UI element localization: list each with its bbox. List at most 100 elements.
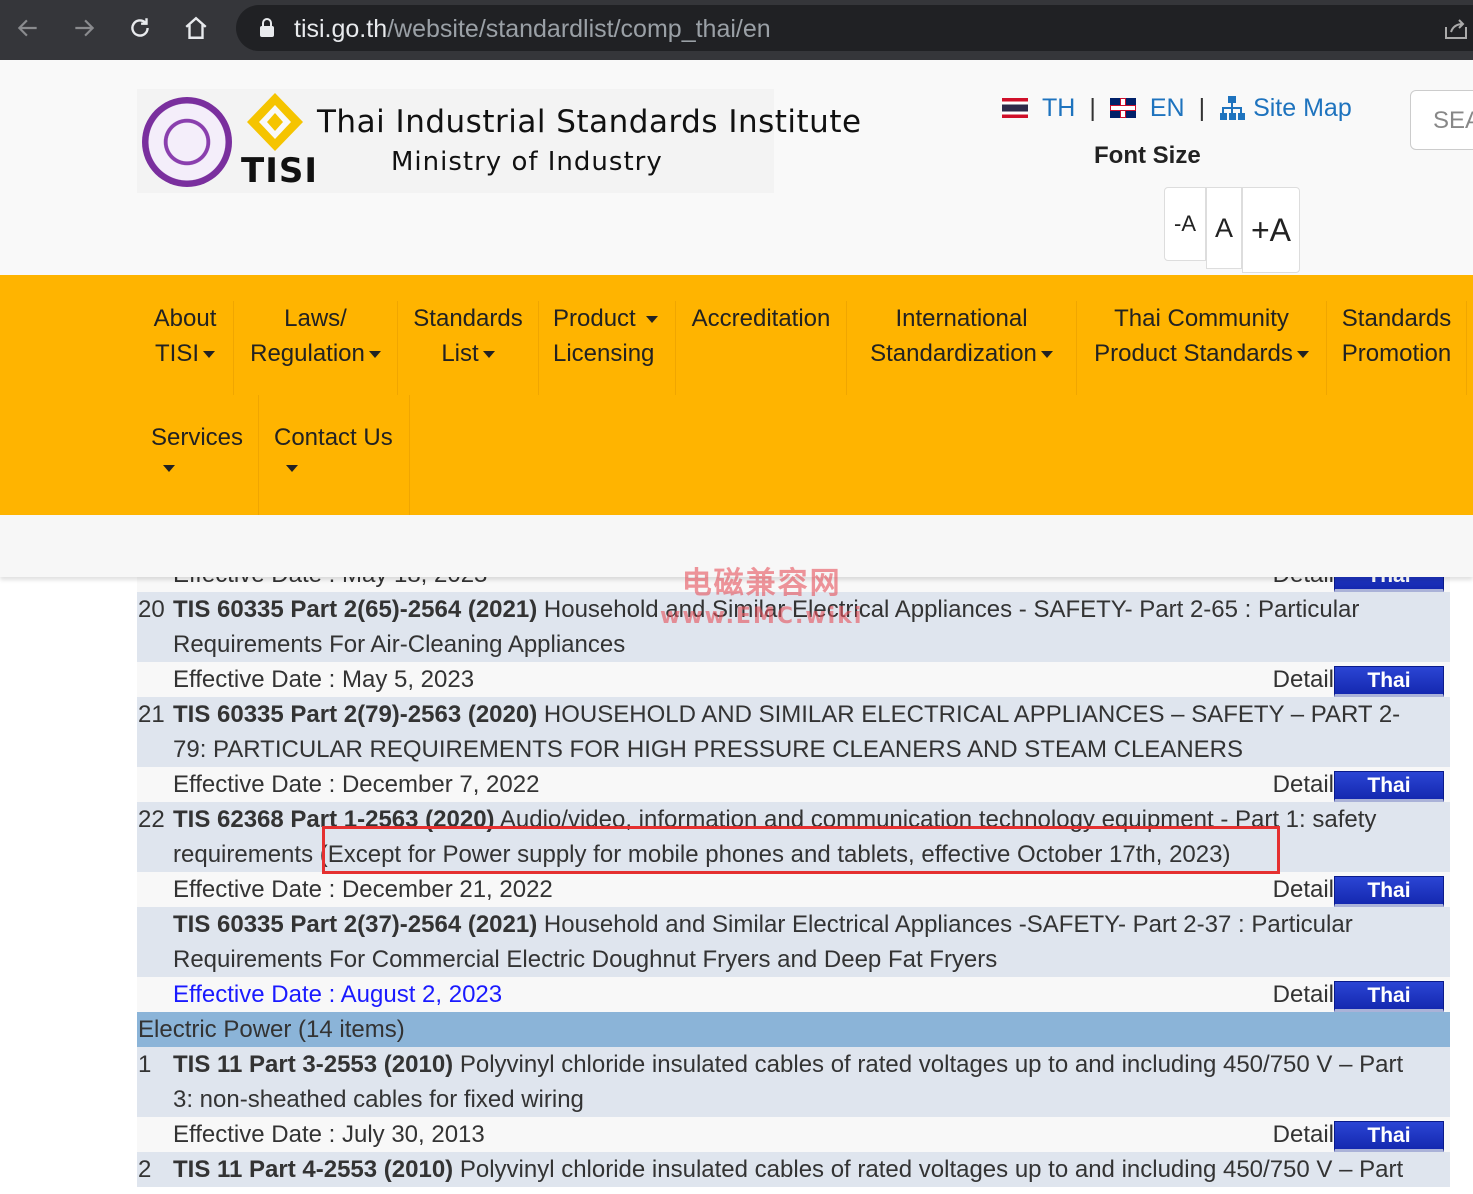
nav-product-licensing[interactable]: Product Licensing (539, 301, 676, 395)
effective-date-text: Effective Date : August 2, 2023 (173, 981, 503, 1008)
nav-contact-label: Contact Us (274, 424, 393, 451)
annotation-highlight-box (322, 826, 1280, 874)
nav-standards-promotion[interactable]: Standards Promotion (1327, 301, 1467, 395)
effective-date-text: Effective Date : July 30, 2013 (173, 1121, 485, 1148)
site-logo[interactable]: TISI Thai Industrial Standards Institute… (137, 89, 861, 193)
watermark-line-1: 电磁兼容网 (681, 566, 842, 601)
separator: | (1089, 93, 1096, 122)
thai-document-button[interactable]: Thai (1334, 666, 1444, 697)
thai-document-button[interactable]: Thai (1334, 876, 1444, 907)
tisi-diamond-logo-icon (247, 93, 303, 151)
nav-standards-list-label-1: Standards (413, 305, 523, 332)
url-text: tisi.go.th/website/standardlist/comp_tha… (294, 15, 771, 43)
thai-document-button[interactable]: Thai (1334, 1121, 1444, 1152)
nav-intl-label-2: Standardization (870, 340, 1037, 367)
nav-standards-list-label-2: List (441, 340, 479, 367)
sitemap-icon (1220, 96, 1246, 120)
standard-title: HOUSEHOLD AND SIMILAR ELECTRICAL APPLIAN… (537, 701, 1401, 728)
nav-about-label-1: About (153, 305, 217, 332)
home-icon[interactable] (178, 10, 214, 46)
list-item-effective-date: Effective Date : August 2, 2023 Detail T… (137, 977, 1450, 1012)
standard-code-link[interactable]: TIS 11 Part 3-2553 (2010) (173, 1051, 453, 1078)
nav-product-licensing-label-2: Licensing (553, 340, 655, 367)
detail-link[interactable]: Detail (1273, 872, 1334, 907)
standard-code-link[interactable]: TIS 60335 Part 2(37)-2564 (2021) (173, 911, 537, 938)
ministry-name: Ministry of Industry (391, 147, 663, 177)
language-switcher: TH | EN | Site Map (1002, 93, 1352, 123)
share-icon[interactable] (1443, 17, 1469, 41)
list-item: 1 TIS 11 Part 3-2553 (2010) Polyvinyl ch… (137, 1047, 1450, 1117)
uk-flag-icon (1109, 98, 1136, 118)
nav-standards-list[interactable]: Standards List (398, 301, 539, 395)
nav-contact-us[interactable]: Contact Us (259, 395, 410, 515)
main-navigation: About TISI Laws/ Regulation Standards Li… (0, 275, 1473, 515)
detail-link[interactable]: Detail (1273, 977, 1334, 1012)
caret-down-icon (368, 351, 381, 359)
font-reset-button[interactable]: A (1206, 187, 1242, 269)
nav-community-label-2: Product Standards (1094, 340, 1293, 367)
standard-code-link[interactable]: TIS 60335 Part 2(65)-2564 (2021) (173, 596, 537, 623)
lang-en-link[interactable]: EN (1150, 94, 1185, 123)
standard-title: Polyvinyl chloride insulated cables of r… (453, 1156, 1404, 1183)
nav-promotion-label-1: Standards (1341, 305, 1452, 332)
nav-about-tisi[interactable]: About TISI (137, 301, 234, 395)
list-item-effective-date: Effective Date : July 30, 2013 Detail Th… (137, 1117, 1450, 1152)
nav-international-standardization[interactable]: International Standardization (847, 301, 1077, 395)
caret-down-icon (482, 351, 495, 359)
standard-title-cont: 79: PARTICULAR REQUIREMENTS FOR HIGH PRE… (173, 736, 1244, 763)
nav-laws-label-2: Regulation (250, 340, 365, 367)
effective-date-text: Effective Date : December 7, 2022 (173, 771, 540, 798)
caret-down-icon (203, 351, 215, 359)
tisi-logo-text: TISI (241, 151, 318, 191)
nav-services-label: Services (151, 424, 244, 451)
search-input[interactable]: SEA (1410, 90, 1473, 150)
item-number: 2 (138, 1156, 152, 1183)
forward-arrow-icon[interactable] (66, 10, 102, 46)
caret-down-icon (1296, 351, 1309, 359)
caret-down-icon (286, 465, 298, 472)
list-item: TIS 60335 Part 2(37)-2564 (2021) Househo… (137, 907, 1450, 977)
back-arrow-icon[interactable] (10, 10, 46, 46)
effective-date-text: Effective Date : December 21, 2022 (173, 876, 553, 903)
browser-toolbar: tisi.go.th/website/standardlist/comp_tha… (0, 0, 1473, 60)
nav-intl-label-1: International (895, 305, 1028, 332)
nav-about-label-2: TISI (154, 340, 199, 367)
list-item: 2 TIS 11 Part 4-2553 (2010) Polyvinyl ch… (137, 1152, 1450, 1187)
nav-thai-community-product-standards[interactable]: Thai Community Product Standards (1077, 301, 1327, 395)
nav-laws-label-1: Laws/ (284, 305, 347, 332)
standard-code-link[interactable]: TIS 11 Part 4-2553 (2010) (173, 1156, 453, 1183)
nav-services[interactable]: Services (137, 395, 259, 515)
font-size-controls: -A A +A (1164, 187, 1300, 273)
watermark: 电磁兼容网 www.EMC.wiki (660, 558, 863, 629)
thai-document-button[interactable]: Thai (1334, 771, 1444, 802)
nav-accreditation[interactable]: Accreditation (676, 301, 847, 395)
nav-community-label-1: Thai Community (1114, 305, 1289, 332)
category-header: Electric Power (14 items) (137, 1012, 1450, 1047)
sitemap-link[interactable]: Site Map (1253, 94, 1352, 123)
list-item-effective-date: Effective Date : May 5, 2023 Detail Thai (137, 662, 1450, 697)
nav-laws-regulation[interactable]: Laws/ Regulation (234, 301, 398, 395)
caret-down-icon (163, 465, 175, 472)
detail-link[interactable]: Detail (1273, 1117, 1334, 1152)
list-item-effective-date: Effective Date : December 7, 2022 Detail… (137, 767, 1450, 802)
thai-document-button[interactable]: Thai (1334, 981, 1444, 1012)
lang-th-link[interactable]: TH (1042, 94, 1075, 123)
address-bar[interactable]: tisi.go.th/website/standardlist/comp_tha… (236, 5, 1473, 51)
caret-down-icon (1040, 351, 1053, 359)
detail-link[interactable]: Detail (1273, 767, 1334, 802)
standard-title-cont: Requirements For Air-Cleaning Appliances (173, 631, 626, 658)
standard-code-link[interactable]: TIS 60335 Part 2(79)-2563 (2020) (173, 701, 537, 728)
thai-flag-icon (1002, 98, 1028, 118)
item-number: 22 (138, 806, 165, 833)
font-decrease-button[interactable]: -A (1164, 187, 1206, 261)
item-number: 20 (138, 596, 165, 623)
nav-accreditation-label: Accreditation (691, 305, 831, 332)
nav-promotion-label-2: Promotion (1341, 340, 1452, 367)
detail-link[interactable]: Detail (1273, 662, 1334, 697)
separator: | (1198, 93, 1206, 122)
lock-icon (260, 18, 274, 37)
standard-title: Household and Similar Electrical Applian… (537, 911, 1353, 938)
standard-title-cont: 3: non-sheathed cables for fixed wiring (173, 1086, 584, 1113)
font-increase-button[interactable]: +A (1242, 187, 1300, 273)
reload-icon[interactable] (122, 10, 158, 46)
